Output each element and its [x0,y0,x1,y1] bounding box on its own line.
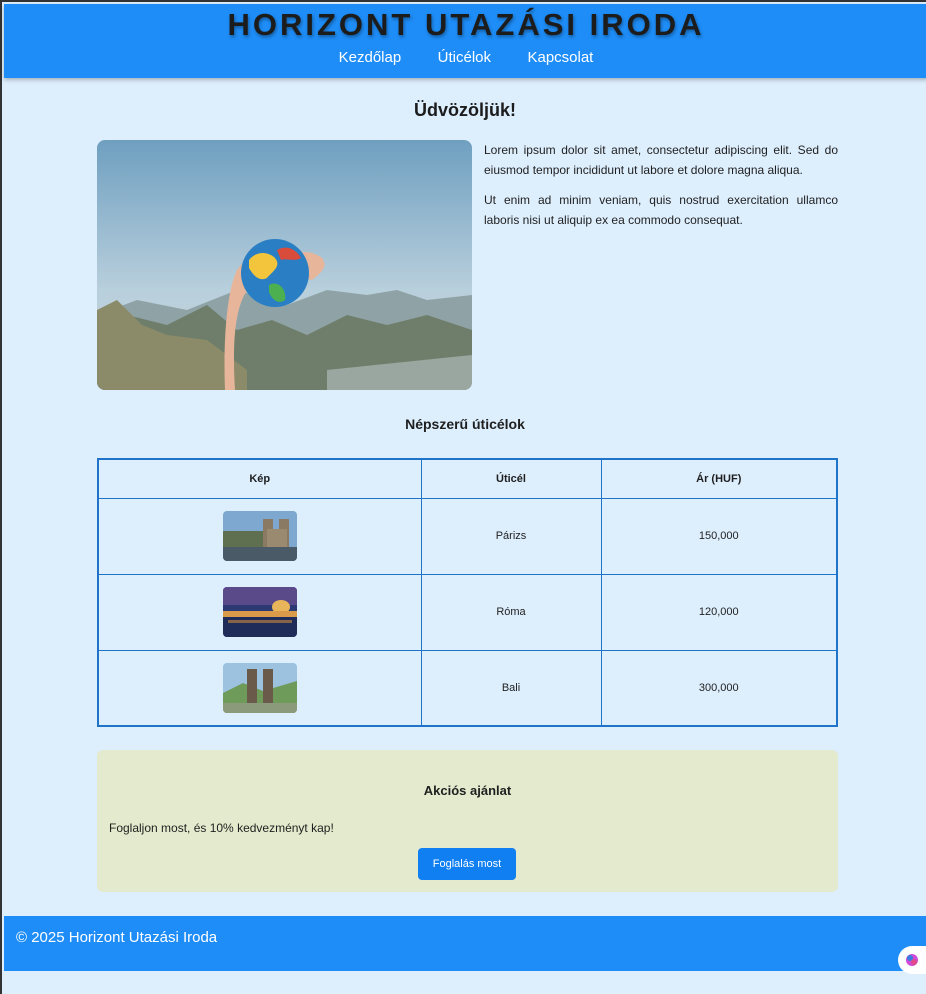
site-footer: © 2025 Horizont Utazási Iroda [4,916,926,971]
column-header-destination: Úticél [420,458,602,499]
site-title: HORIZONT UTAZÁSI IRODA [227,7,705,42]
destination-name: Bali [420,649,602,727]
main-nav: Kezdőlap Úticélok Kapcsolat [4,49,926,67]
offer-text: Foglaljon most, és 10% kedvezményt kap! [109,821,334,835]
table-row: Bali 300,000 [97,649,838,727]
column-header-price: Ár (HUF) [600,458,838,499]
destination-image-cell [97,497,422,575]
intro-text: Lorem ipsum dolor sit amet, consectetur … [484,140,838,240]
destinations-table: Kép Úticél Ár (HUF) Párizs 150,000 Róma … [97,458,838,727]
destination-price: 120,000 [600,573,838,651]
welcome-heading: Üdvözöljük! [414,100,516,120]
footer-copyright: © 2025 Horizont Utazási Iroda [16,929,218,946]
assistant-widget[interactable] [898,946,926,974]
destination-image-cell [97,573,422,651]
paris-thumbnail [222,511,297,561]
destination-name: Róma [420,573,602,651]
bali-thumbnail [222,662,297,713]
hero-globe-image [97,140,472,390]
intro-paragraph-1: Lorem ipsum dolor sit amet, consectetur … [484,143,838,177]
rome-thumbnail [222,587,297,637]
destination-name: Párizs [420,497,602,575]
table-row: Párizs 150,000 [97,497,838,575]
intro-paragraph-2: Ut enim ad minim veniam, quis nostrud ex… [484,193,838,227]
table-header-row: Kép Úticél Ár (HUF) [97,458,838,499]
popular-destinations-title: Népszerű úticélok [405,416,525,432]
offer-title: Akciós ajánlat [423,783,512,798]
brain-icon [906,954,918,966]
destination-price: 300,000 [600,649,838,727]
destination-price: 150,000 [600,497,838,575]
special-offer-box: Akciós ajánlat Foglaljon most, és 10% ke… [97,750,838,892]
column-header-image: Kép [97,458,422,499]
book-now-button[interactable]: Foglalás most [418,848,516,880]
nav-link-destinations[interactable]: Úticélok [438,49,491,66]
destination-image-cell [97,649,422,727]
nav-link-contact[interactable]: Kapcsolat [527,49,593,66]
nav-link-home[interactable]: Kezdőlap [339,49,402,66]
table-row: Róma 120,000 [97,573,838,651]
site-header: HORIZONT UTAZÁSI IRODA Kezdőlap Úticélok… [4,4,926,78]
